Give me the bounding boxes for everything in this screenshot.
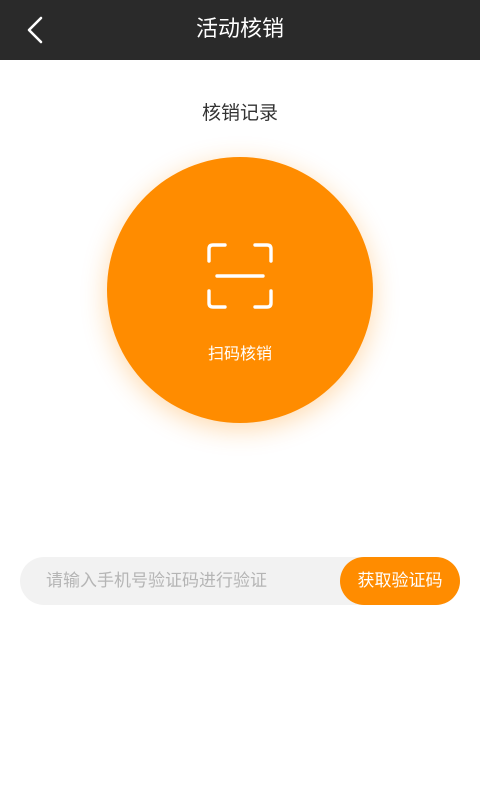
verify-code-input[interactable]	[20, 557, 330, 605]
get-code-button[interactable]: 获取验证码	[340, 557, 460, 605]
scan-verify-button[interactable]: 扫码核销	[107, 157, 373, 423]
verification-records-link[interactable]: 核销记录	[202, 102, 278, 124]
verify-code-row: 获取验证码	[20, 557, 460, 605]
page: 活动核销 核销记录 扫码核销 获取验证码	[0, 0, 480, 800]
scan-frame-icon	[207, 243, 273, 309]
scan-verify-label: 扫码核销	[207, 344, 272, 363]
top-bar: 活动核销	[0, 0, 480, 60]
back-button[interactable]	[18, 13, 52, 47]
records-link-row: 核销记录	[0, 98, 480, 125]
chevron-left-icon	[27, 16, 43, 44]
page-title: 活动核销	[195, 17, 284, 42]
